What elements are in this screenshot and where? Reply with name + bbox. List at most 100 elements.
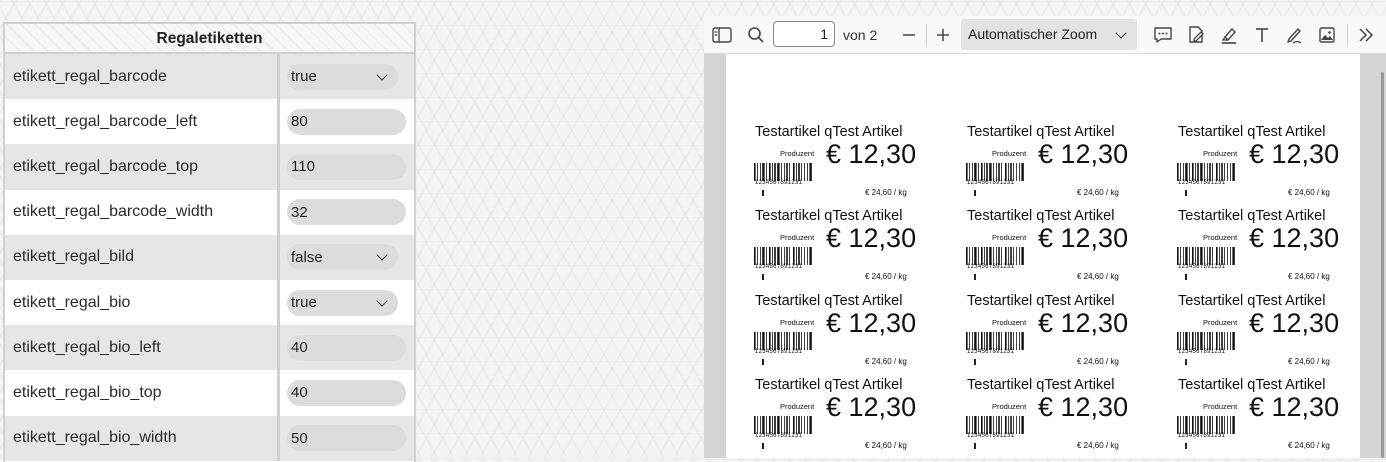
setting-value: 40 (291, 339, 308, 357)
pen-icon[interactable] (1282, 23, 1306, 47)
label-unit-price: € 24,60 / kg (1288, 441, 1330, 450)
setting-value-cell: 80 (280, 99, 414, 144)
label-barcode (1177, 163, 1239, 181)
label-title: Testartikel qTest Artikel (755, 124, 903, 140)
setting-input[interactable]: 80 (287, 108, 406, 135)
label-producer: Produzent (992, 402, 1027, 411)
shelf-label: Testartikel qTest Artikel Produzent € 12,3… (958, 377, 1158, 458)
label-unit-price: € 24,60 / kg (865, 272, 907, 281)
setting-value: 32 (291, 203, 308, 221)
label-producer: Produzent (1203, 318, 1238, 327)
settings-row: etikett_regal_barcode_top 110 (5, 144, 414, 190)
label-title: Testartikel qTest Artikel (967, 124, 1115, 140)
text-icon[interactable] (1250, 23, 1274, 47)
label-price: € 12,30 (1038, 392, 1129, 422)
highlighter-icon[interactable] (1217, 23, 1241, 47)
label-unit-price: € 24,60 / kg (865, 357, 907, 366)
setting-input[interactable]: 110 (287, 153, 406, 180)
label-barcode (966, 416, 1028, 434)
barcode-icon (966, 163, 1024, 181)
setting-key: etikett_regal_bild (5, 234, 280, 280)
setting-input[interactable]: 40 (287, 334, 406, 361)
label-title: Testartikel qTest Artikel (967, 208, 1115, 224)
settings-table: Regaletiketten etikett_regal_barcode true… (3, 22, 416, 462)
toolbar-divider (1347, 24, 1348, 46)
label-unit-price: € 24,60 / kg (865, 441, 907, 450)
settings-row: etikett_regal_barcode true (5, 54, 414, 100)
pdf-page: Testartikel qTest Artikel Produzent € 12,3… (726, 54, 1360, 458)
shelf-label: Testartikel qTest Artikel Produzent € 12,3… (1169, 377, 1360, 458)
label-barcode (1177, 247, 1239, 265)
label-barcode (966, 163, 1028, 181)
setting-value: true (291, 68, 317, 86)
barcode-icon (966, 416, 1024, 434)
setting-value-cell: 40 (280, 370, 414, 415)
scrollbar[interactable] (1381, 72, 1384, 458)
comment-icon[interactable] (1151, 23, 1175, 47)
label-price: € 12,30 (1249, 139, 1340, 169)
chevron-down-icon (1115, 27, 1127, 39)
label-price: € 12,30 (826, 223, 917, 253)
double-chevron-right-icon[interactable] (1354, 23, 1378, 47)
label-price: € 12,30 (1249, 308, 1340, 338)
shelf-label: Testartikel qTest Artikel Produzent € 12,3… (1169, 208, 1360, 292)
label-barcode (966, 332, 1028, 350)
label-unit-price: € 24,60 / kg (1077, 188, 1119, 197)
image-icon[interactable] (1315, 23, 1339, 47)
pdf-canvas-area[interactable]: Testartikel qTest Artikel Produzent € 12,3… (704, 54, 1386, 458)
label-title: Testartikel qTest Artikel (1178, 377, 1326, 393)
label-price: € 12,30 (1038, 139, 1129, 169)
zoom-select[interactable]: Automatischer Zoom (961, 19, 1137, 50)
search-icon[interactable] (744, 23, 768, 47)
setting-key: etikett_regal_bio (5, 279, 280, 326)
settings-rows: etikett_regal_barcode true etikett_regal_b… (5, 54, 414, 461)
page-number-input[interactable]: 1 (773, 21, 835, 47)
barcode-icon (966, 332, 1024, 350)
label-producer: Produzent (780, 402, 815, 411)
minus-icon[interactable] (897, 23, 921, 47)
label-unit-price: € 24,60 / kg (1288, 188, 1330, 197)
label-price: € 12,30 (1038, 308, 1129, 338)
cut-mark (762, 359, 764, 365)
label-title: Testartikel qTest Artikel (1178, 293, 1326, 309)
label-unit-price: € 24,60 / kg (865, 188, 907, 197)
setting-value: 50 (291, 429, 308, 447)
shelf-label: Testartikel qTest Artikel Produzent € 12,3… (746, 293, 946, 377)
label-barcode (966, 247, 1028, 265)
cut-mark (762, 274, 764, 280)
cut-mark (974, 359, 976, 365)
setting-key: etikett_regal_bio_left (5, 325, 280, 371)
setting-key: etikett_regal_barcode_width (5, 189, 280, 235)
label-producer: Produzent (780, 149, 815, 158)
setting-key: etikett_regal_bio_top (5, 370, 280, 416)
barcode-icon (754, 416, 812, 434)
setting-input[interactable]: 40 (287, 379, 406, 406)
label-producer: Produzent (780, 318, 815, 327)
setting-value: 40 (291, 384, 308, 402)
shelf-label: Testartikel qTest Artikel Produzent € 12,3… (958, 293, 1158, 377)
setting-input[interactable]: 32 (287, 199, 406, 226)
setting-select[interactable]: false (287, 244, 398, 271)
cut-mark (1185, 190, 1187, 196)
settings-row: etikett_regal_bio true (5, 279, 414, 326)
setting-select[interactable]: true (287, 289, 398, 316)
label-producer: Produzent (992, 318, 1027, 327)
shelf-label: Testartikel qTest Artikel Produzent € 12,3… (746, 124, 946, 208)
setting-select[interactable]: true (287, 63, 398, 90)
setting-input[interactable]: 50 (287, 425, 406, 452)
setting-key: etikett_regal_barcode (5, 54, 280, 100)
cut-mark (1185, 274, 1187, 280)
plus-icon[interactable] (931, 23, 955, 47)
setting-value-cell: 40 (280, 325, 414, 370)
shelf-label: Testartikel qTest Artikel Produzent € 12,3… (746, 377, 946, 458)
sidebar-toggle-icon[interactable] (710, 23, 734, 47)
edit-document-icon[interactable] (1184, 23, 1208, 47)
label-unit-price: € 24,60 / kg (1077, 441, 1119, 450)
label-producer: Produzent (992, 233, 1027, 242)
label-price: € 12,30 (826, 308, 917, 338)
shelf-label: Testartikel qTest Artikel Produzent € 12,3… (958, 208, 1158, 292)
shelf-label: Testartikel qTest Artikel Produzent € 12,3… (958, 124, 1158, 208)
settings-row: etikett_regal_bio_width 50 (5, 415, 414, 461)
label-unit-price: € 24,60 / kg (1288, 357, 1330, 366)
setting-value: false (291, 248, 323, 266)
